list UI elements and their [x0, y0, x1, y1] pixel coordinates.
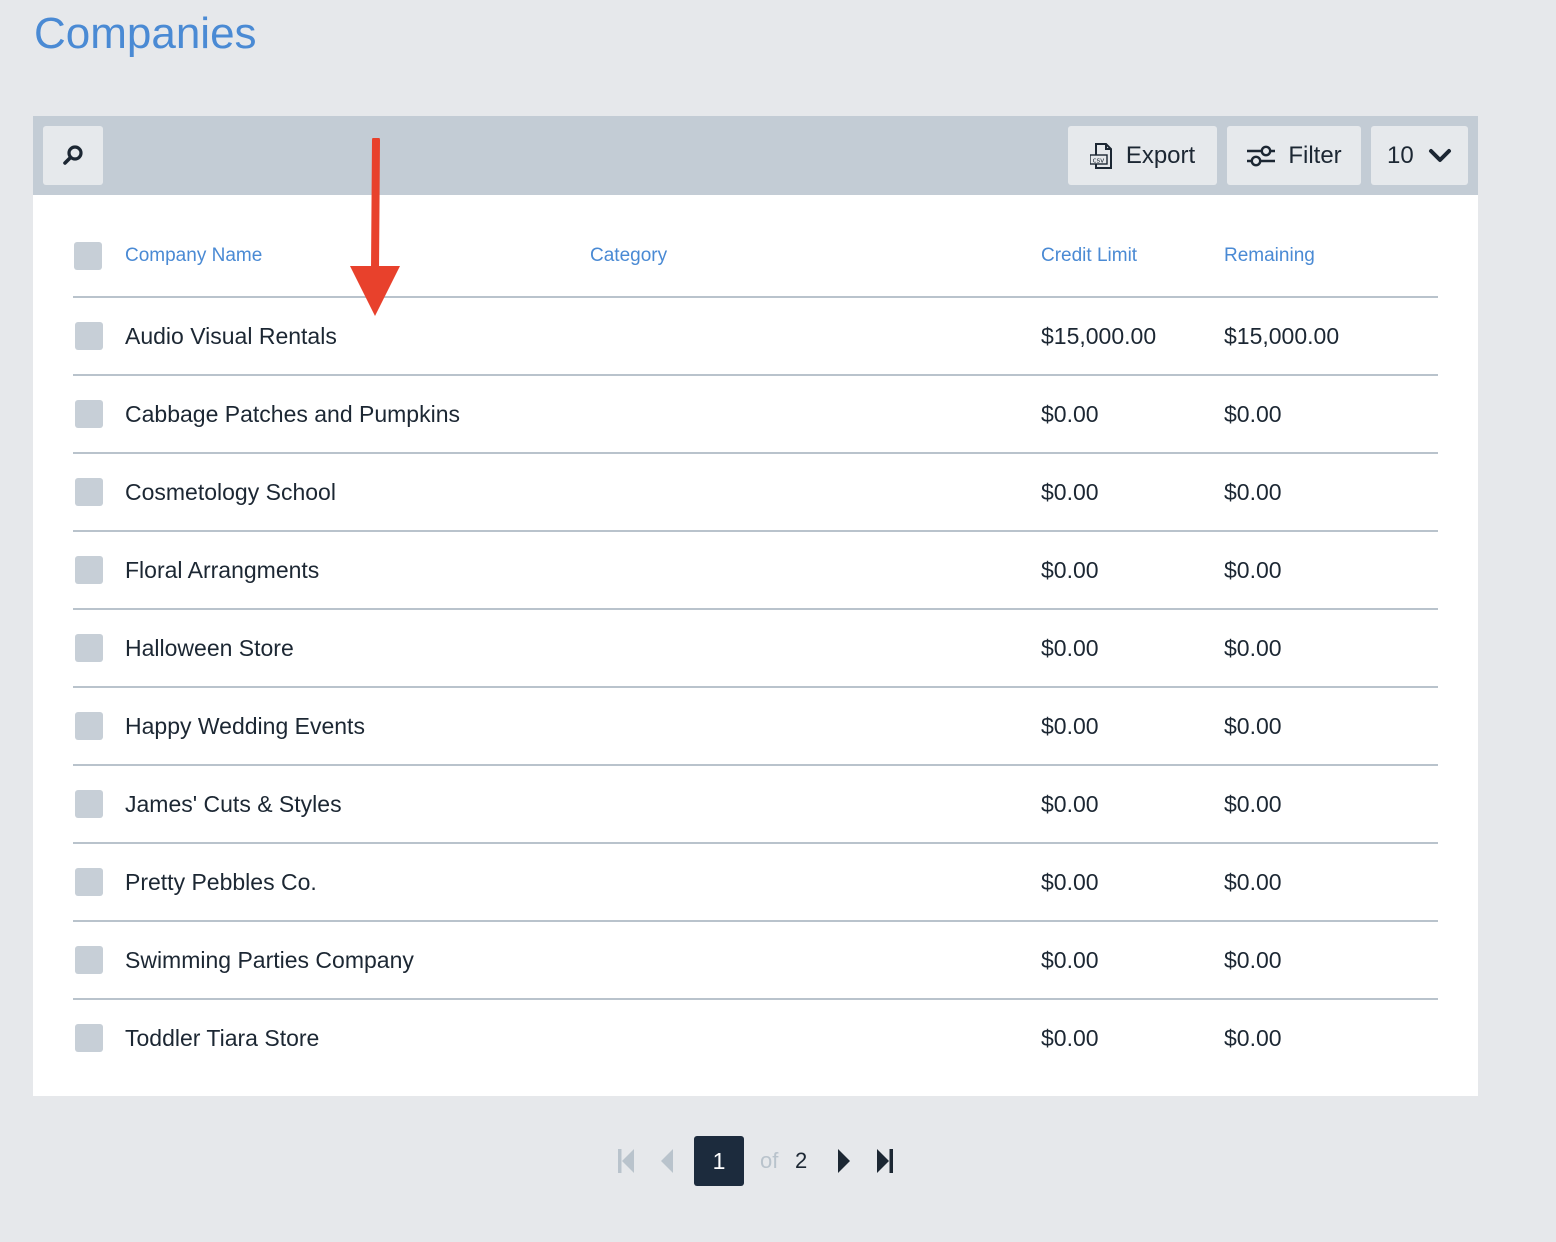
category-cell [590, 375, 1041, 454]
last-page-icon[interactable] [873, 1147, 897, 1175]
credit-limit-cell: $0.00 [1041, 687, 1224, 766]
credit-limit-cell: $15,000.00 [1041, 297, 1224, 376]
row-checkbox[interactable] [75, 712, 103, 741]
remaining-cell: $0.00 [1224, 921, 1438, 1000]
company-name-cell[interactable]: Swimming Parties Company [125, 921, 590, 1000]
company-name-cell[interactable]: Pretty Pebbles Co. [125, 843, 590, 922]
remaining-cell: $0.00 [1224, 531, 1438, 610]
pagination: 1 of 2 [0, 1136, 1556, 1186]
table-row[interactable]: Pretty Pebbles Co. $0.00 $0.00 [73, 843, 1438, 922]
column-header-category[interactable]: Category [590, 215, 1041, 298]
remaining-cell: $0.00 [1224, 453, 1438, 532]
svg-text:csv: csv [1092, 156, 1104, 164]
remaining-cell: $0.00 [1224, 843, 1438, 922]
sliders-icon [1246, 144, 1276, 168]
table-row[interactable]: Cosmetology School $0.00 $0.00 [73, 453, 1438, 532]
next-page-icon[interactable] [832, 1147, 856, 1175]
company-name-cell[interactable]: Toddler Tiara Store [125, 999, 590, 1076]
previous-page-icon[interactable] [655, 1147, 679, 1175]
row-checkbox[interactable] [75, 1024, 103, 1053]
row-checkbox[interactable] [75, 478, 103, 507]
table-header-row: Company Name Category Credit Limit Remai… [73, 215, 1438, 298]
credit-limit-cell: $0.00 [1041, 765, 1224, 844]
credit-limit-cell: $0.00 [1041, 375, 1224, 454]
company-name-cell[interactable]: Floral Arrangments [125, 531, 590, 610]
category-cell [590, 765, 1041, 844]
company-name-cell[interactable]: Happy Wedding Events [125, 687, 590, 766]
per-page-select[interactable]: 10 [1371, 126, 1468, 185]
companies-table: Company Name Category Credit Limit Remai… [73, 215, 1438, 1076]
company-name-cell[interactable]: Cosmetology School [125, 453, 590, 532]
category-cell [590, 687, 1041, 766]
category-cell [590, 921, 1041, 1000]
column-header-credit-limit[interactable]: Credit Limit [1041, 215, 1224, 298]
company-name-cell[interactable]: James' Cuts & Styles [125, 765, 590, 844]
row-checkbox[interactable] [75, 322, 103, 351]
page-title: Companies [34, 9, 257, 58]
table-row[interactable]: Swimming Parties Company $0.00 $0.00 [73, 921, 1438, 1000]
export-label: Export [1125, 141, 1196, 169]
category-cell [590, 843, 1041, 922]
row-checkbox[interactable] [75, 400, 103, 429]
current-page[interactable]: 1 [694, 1136, 744, 1186]
filter-label: Filter [1288, 141, 1342, 169]
chevron-down-icon [1428, 148, 1452, 164]
total-pages: 2 [795, 1148, 808, 1173]
companies-panel: csv Export Filter 10 Company Name Catego… [33, 116, 1478, 1096]
credit-limit-cell: $0.00 [1041, 843, 1224, 922]
filter-button[interactable]: Filter [1227, 126, 1361, 185]
credit-limit-cell: $0.00 [1041, 609, 1224, 688]
remaining-cell: $15,000.00 [1224, 297, 1438, 376]
company-name-cell[interactable]: Halloween Store [125, 609, 590, 688]
company-name-cell[interactable]: Audio Visual Rentals [125, 297, 590, 376]
credit-limit-cell: $0.00 [1041, 531, 1224, 610]
remaining-cell: $0.00 [1224, 765, 1438, 844]
table-row[interactable]: Halloween Store $0.00 $0.00 [73, 609, 1438, 688]
table-row[interactable]: Cabbage Patches and Pumpkins $0.00 $0.00 [73, 375, 1438, 454]
row-checkbox[interactable] [75, 868, 103, 897]
select-all-checkbox[interactable] [74, 241, 102, 270]
remaining-cell: $0.00 [1224, 1024, 1282, 1051]
csv-file-icon: csv [1089, 142, 1114, 169]
company-name-cell[interactable]: Cabbage Patches and Pumpkins [125, 375, 590, 454]
category-cell [590, 609, 1041, 688]
page-of-label: of [760, 1148, 779, 1173]
table-row[interactable]: Happy Wedding Events $0.00 $0.00 [73, 687, 1438, 766]
table-row[interactable]: Toddler Tiara Store $0.00 $0.00 [73, 999, 1438, 1076]
row-checkbox[interactable] [75, 790, 103, 819]
remaining-cell: $0.00 [1224, 687, 1438, 766]
category-cell [590, 999, 1041, 1076]
export-button[interactable]: csv Export [1068, 126, 1217, 185]
search-icon [61, 144, 85, 168]
table-toolbar: csv Export Filter 10 [33, 116, 1478, 195]
remaining-cell: $0.00 [1224, 609, 1438, 688]
category-cell [590, 531, 1041, 610]
category-cell [590, 297, 1041, 376]
column-header-company-name[interactable]: Company Name [125, 215, 590, 298]
table-row[interactable]: James' Cuts & Styles $0.00 $0.00 [73, 765, 1438, 844]
first-page-icon[interactable] [614, 1147, 638, 1175]
category-cell [590, 453, 1041, 532]
credit-limit-cell: $0.00 [1041, 453, 1224, 532]
row-checkbox[interactable] [75, 556, 103, 585]
search-button[interactable] [43, 126, 103, 185]
table-row[interactable]: Floral Arrangments $0.00 $0.00 [73, 531, 1438, 610]
table-row[interactable]: Audio Visual Rentals $15,000.00 $15,000.… [73, 297, 1438, 376]
per-page-value: 10 [1387, 141, 1414, 169]
credit-limit-cell: $0.00 [1041, 1024, 1099, 1051]
column-header-remaining[interactable]: Remaining [1224, 215, 1438, 298]
remaining-cell: $0.00 [1224, 375, 1438, 454]
row-checkbox[interactable] [75, 946, 103, 975]
row-checkbox[interactable] [75, 634, 103, 663]
credit-limit-cell: $0.00 [1041, 921, 1224, 1000]
